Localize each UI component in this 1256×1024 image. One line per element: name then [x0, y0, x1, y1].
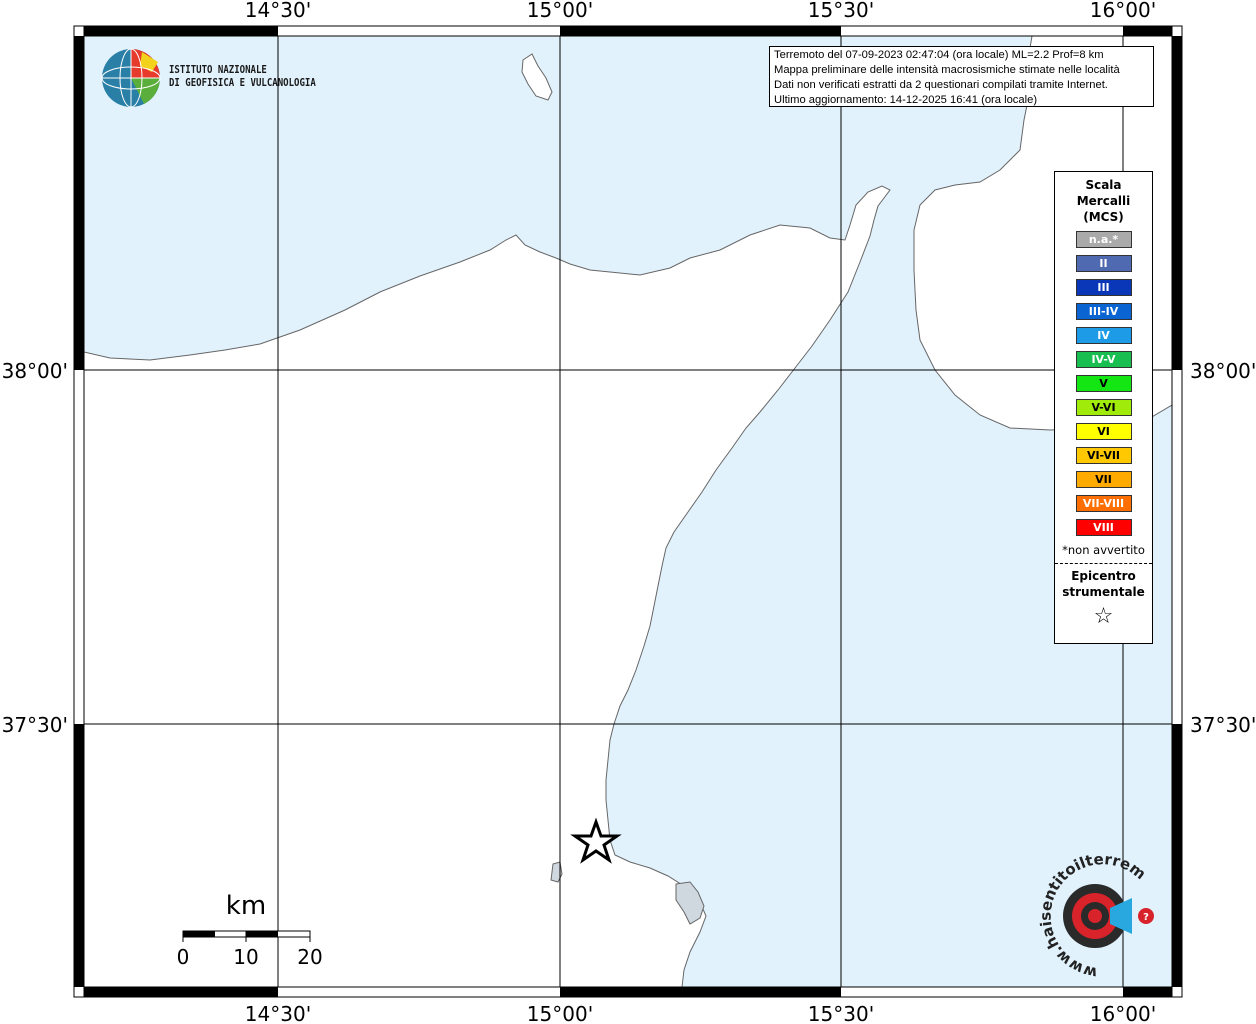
legend-intensity-swatch: II — [1075, 255, 1132, 272]
lat-label-right: 37°30' — [1190, 713, 1256, 737]
legend-intensity-swatch: VIII — [1075, 519, 1132, 536]
info-line: Mappa preliminare delle intensità macros… — [774, 64, 1120, 76]
lat-label-left: 37°30' — [2, 713, 68, 737]
lon-label-top: 16°00' — [1090, 0, 1156, 22]
legend-intensity-swatch: IV — [1075, 327, 1132, 344]
lon-label-bottom: 14°30' — [245, 1002, 311, 1024]
lon-label-bottom: 15°00' — [527, 1002, 593, 1024]
ingv-logo-icon — [101, 48, 161, 108]
legend-intensity-swatch: VI — [1075, 423, 1132, 440]
lon-label-top: 14°30' — [245, 0, 311, 22]
legend-intensity-swatch: n.a.* — [1075, 231, 1132, 248]
legend-epicenter-line: Epicentro — [1071, 569, 1136, 583]
info-line: Dati non verificati estratti da 2 questi… — [774, 79, 1108, 91]
legend-star-icon: ☆ — [1093, 604, 1114, 629]
lat-label-right: 38°00' — [1190, 359, 1256, 383]
scale-tick: 10 — [233, 945, 258, 969]
legend-title-line: Mercalli — [1076, 194, 1131, 208]
legend-intensity-swatch: V-VI — [1075, 399, 1132, 416]
lon-label-bottom: 16°00' — [1090, 1002, 1156, 1024]
legend-items: n.a.* II III III-IV IV IV-V V V-VI VI VI-VII VII VI… — [1055, 231, 1152, 536]
legend-note: *non avvertito — [1062, 543, 1145, 557]
legend-intensity-swatch: VII-VIII — [1075, 495, 1132, 512]
event-info-box: Terremoto del 07-09-2023 02:47:04 (ora l… — [769, 46, 1154, 107]
scale-tick: 20 — [297, 945, 322, 969]
scale-unit: km — [226, 891, 266, 921]
legend-epicenter-title: Epicentro strumentale — [1055, 568, 1152, 600]
lon-label-bottom: 15°30' — [808, 1002, 874, 1024]
lat-label-left: 38°00' — [2, 359, 68, 383]
scale-tick: 0 — [177, 945, 190, 969]
lon-label-top: 15°30' — [808, 0, 874, 22]
legend-title-line: Scala — [1085, 178, 1122, 192]
svg-text:?: ? — [1143, 912, 1149, 923]
info-line: Terremoto del 07-09-2023 02:47:04 (ora l… — [774, 49, 1104, 61]
logo-line: DI GEOFISICA E VULCANOLOGIA — [169, 77, 316, 89]
legend-title: Scala Mercalli (MCS) — [1055, 177, 1152, 225]
mcs-legend: Scala Mercalli (MCS) n.a.* II III III-IV IV I… — [1054, 171, 1153, 644]
legend-intensity-swatch: III-IV — [1075, 303, 1132, 320]
legend-intensity-swatch: V — [1075, 375, 1132, 392]
legend-intensity-swatch: III — [1075, 279, 1132, 296]
legend-intensity-swatch: IV-V — [1075, 351, 1132, 368]
legend-title-line: (MCS) — [1083, 210, 1124, 224]
legend-epicenter-line: strumentale — [1062, 585, 1145, 599]
logo-line: ISTITUTO NAZIONALE — [169, 64, 267, 76]
info-line: Ultimo aggiornamento: 14-12-2025 16:41 (… — [774, 94, 1038, 106]
legend-intensity-swatch: VI-VII — [1075, 447, 1132, 464]
lon-label-top: 15°00' — [527, 0, 593, 22]
legend-intensity-swatch: VII — [1075, 471, 1132, 488]
ingv-logo-text: ISTITUTO NAZIONALE DI GEOFISICA E VULCAN… — [169, 64, 316, 90]
legend-divider — [1055, 563, 1152, 564]
